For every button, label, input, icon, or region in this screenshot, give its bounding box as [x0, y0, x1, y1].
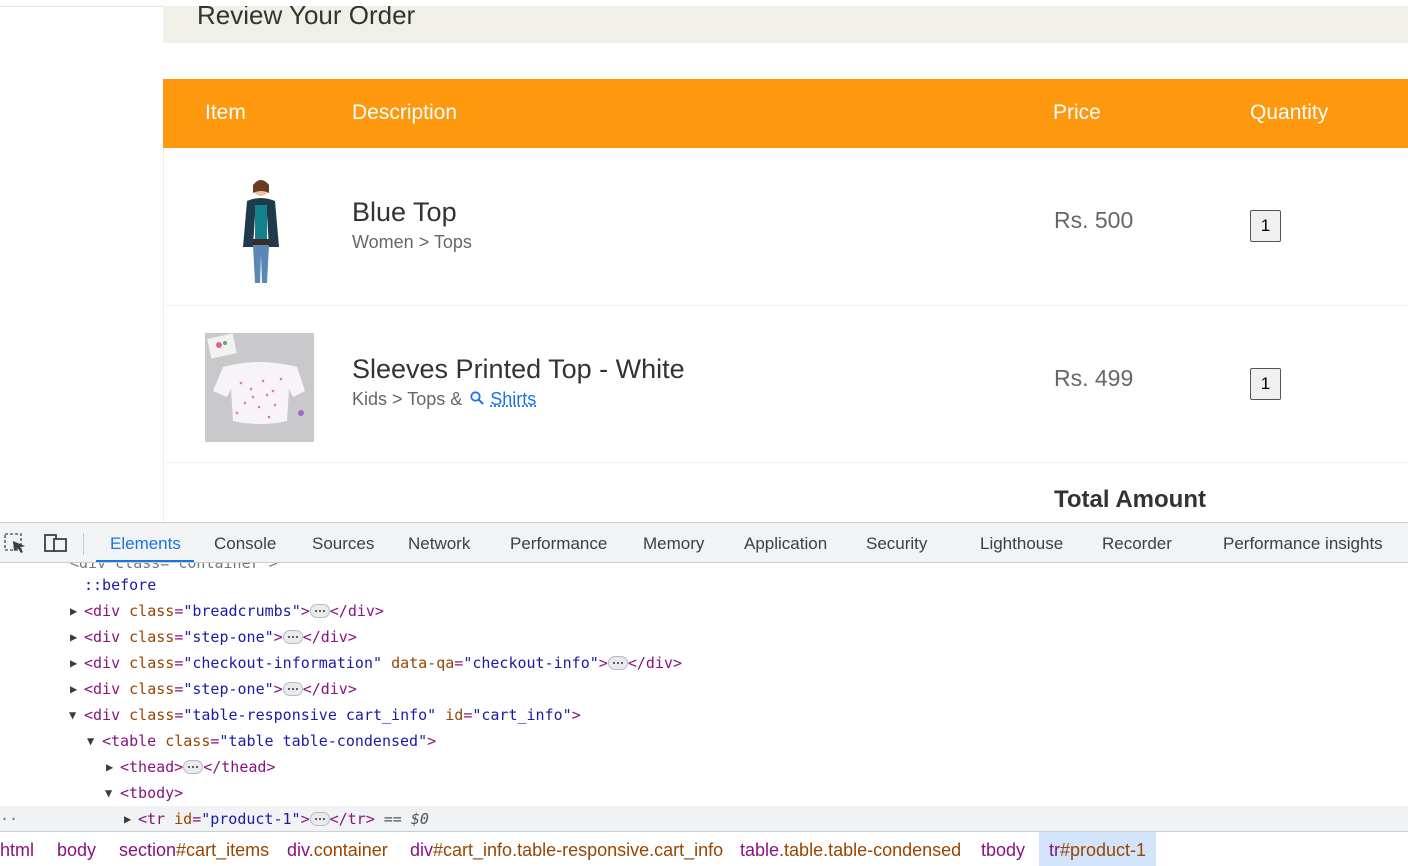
expand-arrow-icon[interactable]: ▶ — [70, 598, 77, 624]
tab-sources[interactable]: Sources — [312, 534, 374, 554]
dom-breadcrumb: html body section#cart_items div.contain… — [0, 831, 1408, 866]
cart-table-header: Item Description Price Quantity — [163, 79, 1408, 148]
ellipsis-icon[interactable] — [309, 603, 330, 618]
crumb-section[interactable]: section#cart_items — [119, 840, 269, 861]
ellipsis-icon[interactable] — [282, 681, 303, 696]
expand-arrow-icon[interactable]: ▶ — [124, 806, 131, 831]
column-quantity: Quantity — [1250, 101, 1329, 124]
ellipsis-icon[interactable] — [282, 629, 303, 644]
dom-node-product-1[interactable]: ·· ▶ <tr id="product-1"> </tr> == $0 — [0, 806, 1408, 831]
toolbar-separator — [83, 533, 84, 555]
dom-node-before[interactable]: ::before — [0, 572, 1408, 598]
more-options-icon[interactable]: ·· — [0, 806, 18, 831]
devtools-tabbar: Elements Console Sources Network Perform… — [0, 522, 1408, 563]
tab-security[interactable]: Security — [866, 534, 927, 554]
devtools-panel: Elements Console Sources Network Perform… — [0, 522, 1408, 866]
row-divider — [164, 462, 1408, 463]
expand-arrow-icon[interactable]: ▶ — [70, 624, 77, 650]
crumb-product-1[interactable]: tr#product-1 — [1039, 832, 1157, 866]
product-price: Rs. 499 — [1054, 365, 1134, 391]
dom-node-step-one[interactable]: ▶ <div class="step-one"> </div> — [0, 676, 1408, 702]
dom-node-thead[interactable]: ▶ <thead> </thead> — [0, 754, 1408, 780]
expand-arrow-icon[interactable]: ▶ — [106, 754, 113, 780]
tab-recorder[interactable]: Recorder — [1102, 534, 1172, 554]
column-price: Price — [1053, 101, 1101, 124]
search-icon — [470, 391, 484, 405]
active-tab-indicator — [96, 560, 194, 562]
tab-console[interactable]: Console — [214, 534, 276, 554]
crumb-table[interactable]: table.table.table-condensed — [740, 840, 961, 861]
total-amount-label: Total Amount — [1054, 486, 1206, 513]
dom-node-step-one[interactable]: ▶ <div class="step-one"> </div> — [0, 624, 1408, 650]
expand-arrow-icon[interactable]: ▶ — [70, 676, 77, 702]
ellipsis-icon[interactable] — [607, 655, 628, 670]
tab-memory[interactable]: Memory — [643, 534, 704, 554]
device-toolbar-icon[interactable] — [43, 532, 69, 554]
product-image-sleeves-top[interactable] — [205, 333, 314, 442]
dom-node-tbody[interactable]: ▼ <tbody> — [0, 780, 1408, 806]
dom-node-checkout-information[interactable]: ▶ <div class="checkout-information" data… — [0, 650, 1408, 676]
product-image-blue-top[interactable] — [207, 175, 313, 285]
column-description: Description — [352, 101, 458, 124]
product-category: Kids > Tops & Shirts — [352, 389, 536, 410]
dom-node-table[interactable]: ▼ <table class="table table-condensed"> — [0, 728, 1408, 754]
quantity-button[interactable]: 1 — [1250, 210, 1281, 242]
product-price: Rs. 500 — [1054, 207, 1134, 233]
web-page: Review Your Order Item Description Price… — [0, 0, 1408, 522]
crumb-tbody[interactable]: tbody — [981, 840, 1025, 861]
collapse-arrow-icon[interactable]: ▼ — [105, 780, 112, 806]
collapse-arrow-icon[interactable]: ▼ — [69, 702, 76, 728]
column-item: Item — [205, 101, 246, 124]
tab-performance-insights[interactable]: Performance insights — [1223, 534, 1383, 554]
review-title: Review Your Order — [197, 6, 416, 30]
category-prefix: Kids > Tops & — [352, 389, 463, 409]
collapse-arrow-icon[interactable]: ▼ — [87, 728, 94, 754]
crumb-cart-info[interactable]: div#cart_info.table-responsive.cart_info — [410, 840, 723, 861]
tab-lighthouse[interactable]: Lighthouse — [980, 534, 1063, 554]
review-heading-bar: Review Your Order — [163, 6, 1408, 43]
table-left-border — [163, 148, 164, 522]
tab-network[interactable]: Network — [408, 534, 470, 554]
quantity-button[interactable]: 1 — [1250, 368, 1281, 400]
product-name[interactable]: Sleeves Printed Top - White — [352, 354, 685, 385]
inspect-element-icon[interactable] — [3, 532, 29, 554]
tab-elements[interactable]: Elements — [110, 534, 181, 554]
row-divider — [164, 305, 1408, 306]
product-category: Women > Tops — [352, 232, 472, 252]
shirts-link[interactable]: Shirts — [490, 389, 536, 409]
ellipsis-icon[interactable] — [183, 759, 204, 774]
dom-node-breadcrumbs[interactable]: ▶ <div class="breadcrumbs"> </div> — [0, 598, 1408, 624]
tab-application[interactable]: Application — [744, 534, 827, 554]
product-name[interactable]: Blue Top — [352, 197, 457, 228]
expand-arrow-icon[interactable]: ▶ — [70, 650, 77, 676]
ellipsis-icon[interactable] — [309, 811, 330, 826]
crumb-container[interactable]: div.container — [287, 840, 388, 861]
tab-performance[interactable]: Performance — [510, 534, 607, 554]
dom-node-cart-info[interactable]: ▼ <div class="table-responsive cart_info… — [0, 702, 1408, 728]
dom-tree: <div class="container"> ::before ▶ <div … — [0, 563, 1408, 831]
crumb-html[interactable]: html — [0, 840, 34, 861]
crumb-body[interactable]: body — [57, 840, 96, 861]
